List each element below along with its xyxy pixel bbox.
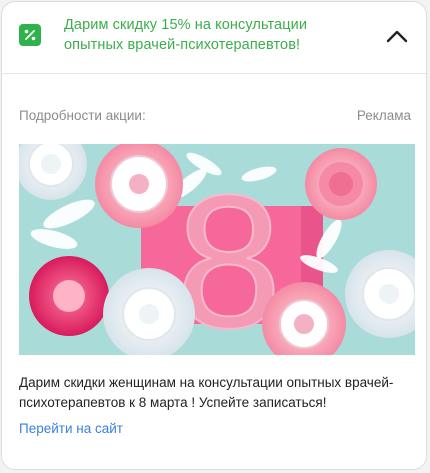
percent-icon — [19, 24, 41, 46]
promo-description: Дарим скидки женщинам на консультации оп… — [19, 375, 394, 410]
promo-card: Дарим скидку 15% на консультации опытных… — [1, 1, 427, 470]
go-to-site-link[interactable]: Перейти на сайт — [19, 421, 123, 436]
chevron-up-icon — [386, 30, 408, 43]
collapse-button[interactable] — [384, 23, 410, 49]
ad-label: Реклама — [356, 108, 411, 123]
promo-header[interactable]: Дарим скидку 15% на консультации опытных… — [2, 2, 426, 74]
banner-image[interactable]: 8 — [19, 144, 415, 355]
promo-title: Дарим скидку 15% на консультации опытных… — [64, 17, 308, 53]
details-label: Подробности акции: — [19, 108, 146, 123]
